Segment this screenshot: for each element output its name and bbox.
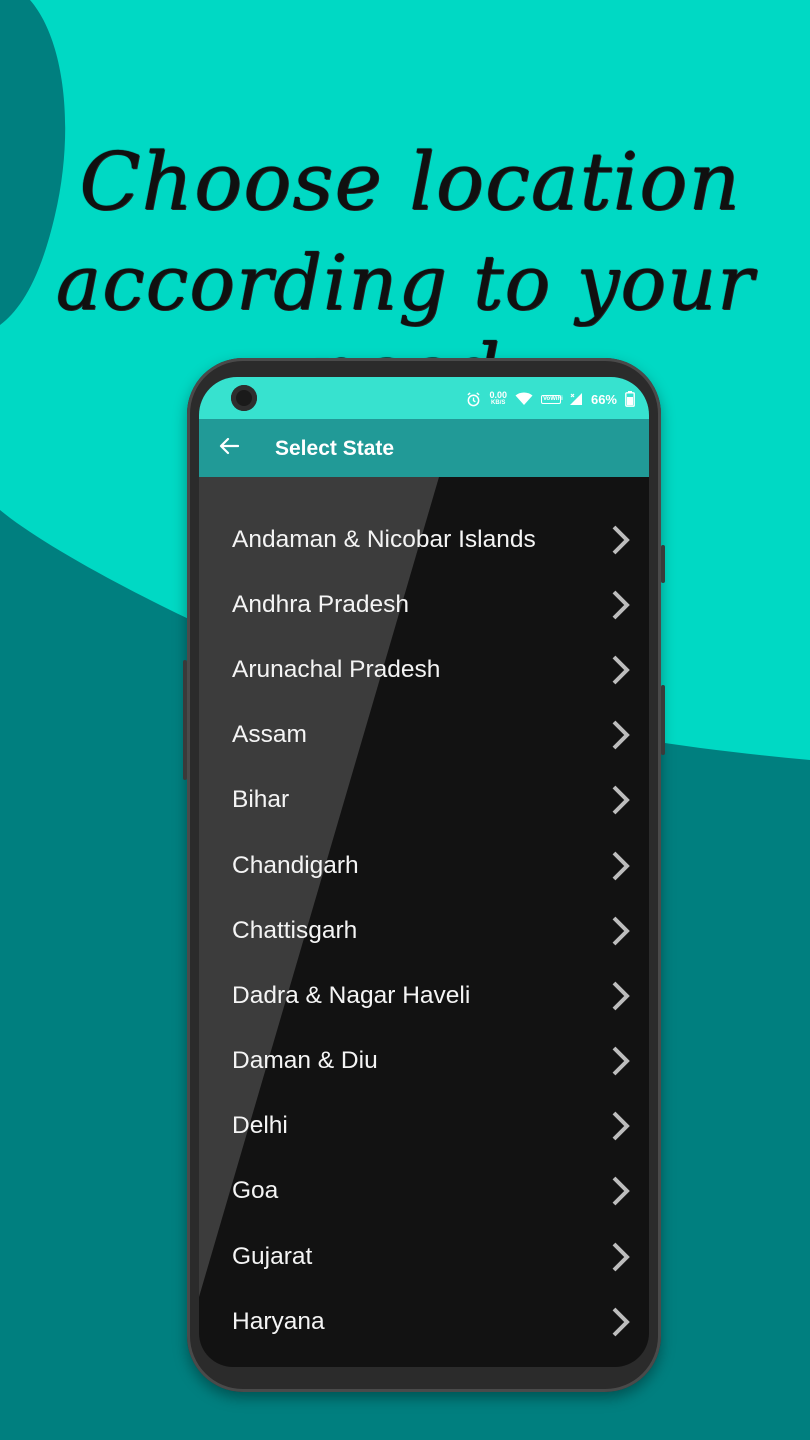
side-button-left xyxy=(183,660,187,780)
page-title: Select State xyxy=(275,437,395,460)
arrow-left-icon xyxy=(219,437,240,460)
state-label: Andhra Pradesh xyxy=(232,590,410,618)
list-item[interactable]: Gujarat xyxy=(199,1224,649,1289)
list-item[interactable]: Andhra Pradesh xyxy=(199,572,649,637)
list-item[interactable]: Dadra & Nagar Haveli xyxy=(199,963,649,1028)
list-item[interactable]: Andaman & Nicobar Islands xyxy=(199,507,649,572)
list-item[interactable]: Goa xyxy=(199,1159,649,1224)
list-item[interactable]: Daman & Diu xyxy=(199,1029,649,1094)
state-list: Andaman & Nicobar Islands Andhra Pradesh… xyxy=(199,507,649,1354)
state-label: Daman & Diu xyxy=(232,1047,378,1075)
state-label: Bihar xyxy=(232,786,290,814)
state-label: Gujarat xyxy=(232,1242,313,1270)
list-item[interactable]: Bihar xyxy=(199,768,649,833)
battery-icon xyxy=(625,391,635,407)
chevron-right-icon xyxy=(612,1307,630,1337)
chevron-right-icon xyxy=(612,655,630,685)
state-label: Delhi xyxy=(232,1112,288,1140)
list-item[interactable]: Arunachal Pradesh xyxy=(199,637,649,702)
list-item[interactable]: Delhi xyxy=(199,1094,649,1159)
chevron-right-icon xyxy=(612,785,630,815)
chevron-right-icon xyxy=(612,981,630,1011)
signal-icon xyxy=(569,392,583,406)
vowifi-icon: VoWiFi xyxy=(540,394,563,404)
phone-screen: 0.00 KB/S VoWiFi 66% Select State Andama… xyxy=(199,377,649,1367)
side-button-right-2 xyxy=(661,685,665,755)
side-button-right-1 xyxy=(661,545,665,583)
app-bar: Select State xyxy=(199,419,649,477)
state-label: Goa xyxy=(232,1177,279,1205)
chevron-right-icon xyxy=(612,916,630,946)
list-item[interactable]: Chattisgarh xyxy=(199,898,649,963)
back-button[interactable] xyxy=(213,432,245,464)
chevron-right-icon xyxy=(612,1177,630,1206)
network-speed: 0.00 KB/S xyxy=(489,391,507,407)
wifi-icon xyxy=(515,392,533,406)
chevron-right-icon xyxy=(612,525,630,555)
list-item[interactable]: Haryana xyxy=(199,1289,649,1354)
chevron-right-icon xyxy=(612,720,630,750)
state-label: Chattisgarh xyxy=(232,916,358,944)
battery-percent: 66% xyxy=(590,391,617,407)
alarm-icon xyxy=(466,391,481,407)
status-bar: 0.00 KB/S VoWiFi 66% xyxy=(199,377,649,419)
state-label: Haryana xyxy=(232,1307,325,1335)
list-item[interactable]: Chandigarh xyxy=(199,833,649,898)
state-label: Chandigarh xyxy=(232,851,359,879)
status-icons: 0.00 KB/S VoWiFi 66% xyxy=(466,389,635,409)
chevron-right-icon xyxy=(612,590,630,620)
speed-value: 0.00 xyxy=(489,390,507,400)
headline-line-1: Choose location xyxy=(79,135,741,228)
state-label: Dadra & Nagar Haveli xyxy=(232,981,471,1009)
speed-unit: KB/S xyxy=(491,400,506,406)
list-item[interactable]: Assam xyxy=(199,703,649,768)
chevron-right-icon xyxy=(612,1046,630,1076)
state-label: Arunachal Pradesh xyxy=(232,655,441,683)
front-camera xyxy=(231,385,257,411)
chevron-right-icon xyxy=(612,1111,630,1141)
chevron-right-icon xyxy=(612,1242,630,1272)
state-label: Assam xyxy=(232,721,307,749)
chevron-right-icon xyxy=(612,851,630,880)
state-label: Andaman & Nicobar Islands xyxy=(232,525,536,553)
